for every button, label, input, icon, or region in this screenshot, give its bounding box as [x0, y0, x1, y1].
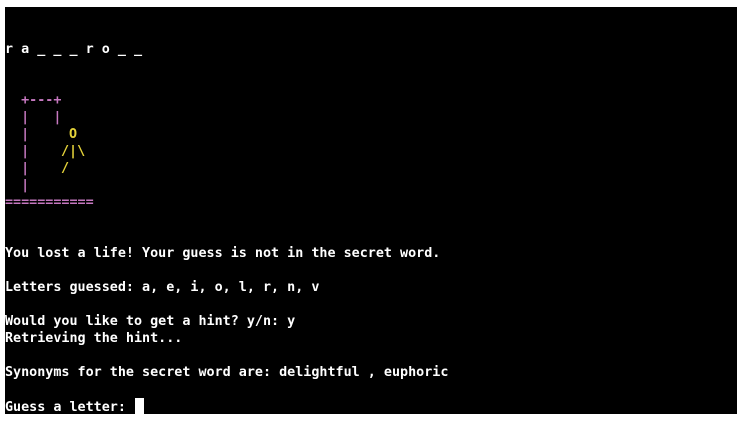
- hangman-legs: /: [61, 161, 70, 176]
- letters-guessed: Letters guessed: a, e, i, o, l, r, n, v: [5, 280, 320, 295]
- gallows-rope: | |: [5, 110, 62, 125]
- lost-life-message: You lost a life! Your guess is not in th…: [5, 246, 441, 261]
- guess-prompt: Guess a letter:: [5, 400, 134, 414]
- guess-input-line[interactable]: Guess a letter:: [5, 398, 144, 414]
- gallows-top: +---+: [5, 93, 62, 108]
- gallows-post: |: [5, 144, 30, 159]
- synonyms-hint: Synonyms for the secret word are: deligh…: [5, 365, 449, 380]
- retrieving-hint: Retrieving the hint...: [5, 331, 183, 346]
- hangman-head: O: [69, 127, 78, 142]
- gallows-post: |: [5, 127, 30, 142]
- hangman-torso: /|\: [61, 144, 86, 159]
- secret-word-display: r a _ _ _ r o _ _: [5, 42, 143, 57]
- hint-prompt: Would you like to get a hint? y/n: y: [5, 314, 296, 329]
- gallows-post: |: [5, 178, 30, 193]
- text-cursor[interactable]: [135, 398, 144, 414]
- terminal-window[interactable]: r a _ _ _ r o _ _ +---+ | | | | | | ====…: [5, 7, 737, 414]
- gallows-base: ===========: [5, 195, 94, 210]
- gallows-post: |: [5, 161, 30, 176]
